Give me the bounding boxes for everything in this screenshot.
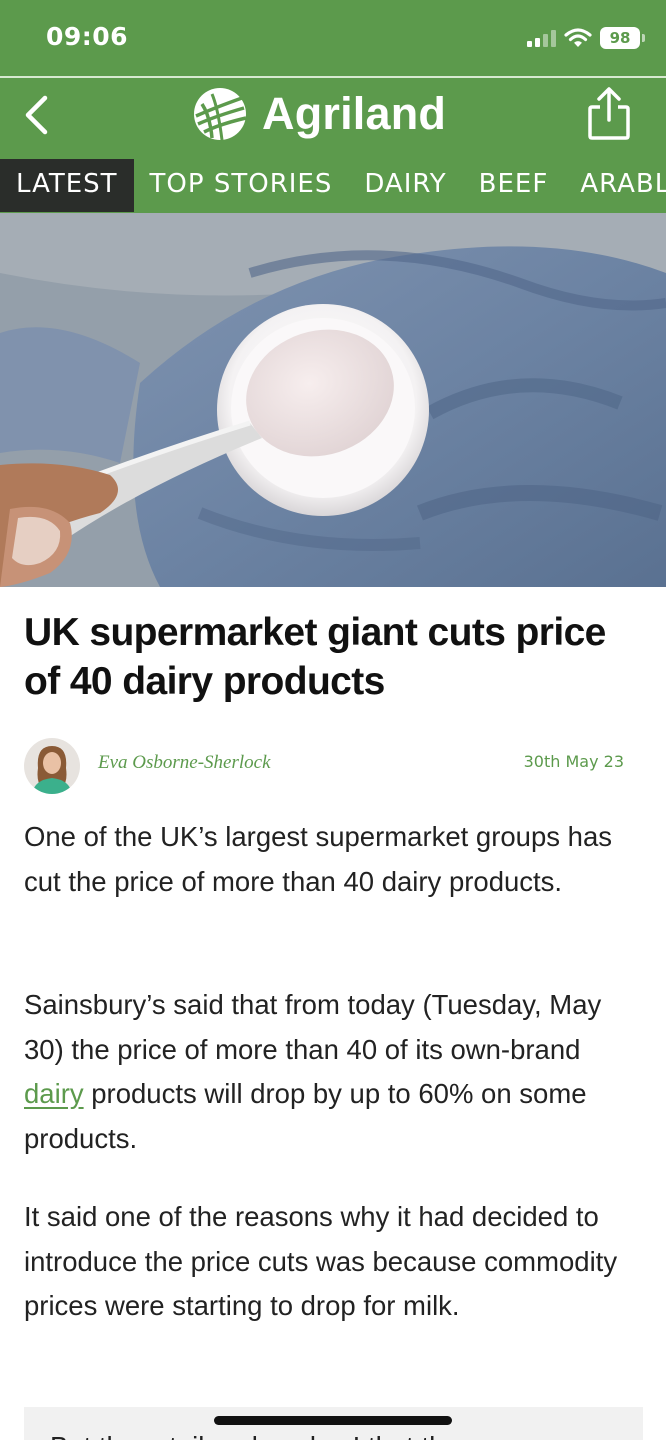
wifi-icon <box>564 28 592 47</box>
tab-latest[interactable]: LATEST <box>0 159 134 212</box>
tab-dairy[interactable]: DAIRY <box>348 159 462 212</box>
paragraph-2-end: products will drop by up to 60% on some … <box>24 1078 587 1154</box>
author-name[interactable]: Eva Osborne-Sherlock <box>98 752 271 774</box>
status-bar: 09:06 98 <box>0 0 666 76</box>
author-avatar[interactable] <box>24 738 80 794</box>
agriland-logo[interactable]: Agriland <box>192 86 446 142</box>
dairy-link[interactable]: dairy <box>24 1078 84 1109</box>
app-screen: 09:06 98 Agriland LATEST TOP STORIES DAI… <box>0 0 666 1440</box>
paragraph-1: One of the UK’s largest supermarket grou… <box>24 821 612 897</box>
status-icons: 98 <box>527 27 645 49</box>
nav-header: Agriland <box>0 78 666 159</box>
tab-arable[interactable]: ARABLE <box>564 159 666 212</box>
article-title: UK supermarket giant cuts price of 40 da… <box>24 611 606 703</box>
tab-beef[interactable]: BEEF <box>463 159 565 212</box>
article-byline: Eva Osborne-Sherlock 30th May 23 <box>24 738 644 796</box>
home-indicator[interactable] <box>214 1416 452 1425</box>
quote-text: But the retailer also also I that the <box>50 1425 630 1440</box>
category-tab-bar: LATEST TOP STORIES DAIRY BEEF ARABLE S <box>0 159 666 213</box>
publish-date: 30th May 23 <box>523 752 624 771</box>
tab-top-stories[interactable]: TOP STORIES <box>134 159 349 212</box>
paragraph-2-start: Sainsbury’s said that from today (Tuesda… <box>24 989 602 1065</box>
logo-text: Agriland <box>262 88 447 139</box>
battery-icon: 98 <box>600 27 645 49</box>
status-time: 09:06 <box>46 22 129 51</box>
paragraph-2: Sainsbury’s said that from today (Tuesda… <box>24 983 644 1161</box>
hero-image <box>0 213 666 587</box>
share-icon[interactable] <box>586 86 632 142</box>
chevron-left-icon[interactable] <box>14 90 58 140</box>
cellular-signal-icon <box>527 29 556 47</box>
agriland-leaf-icon <box>194 88 247 141</box>
paragraph-3: It said one of the reasons why it had de… <box>24 1201 618 1321</box>
